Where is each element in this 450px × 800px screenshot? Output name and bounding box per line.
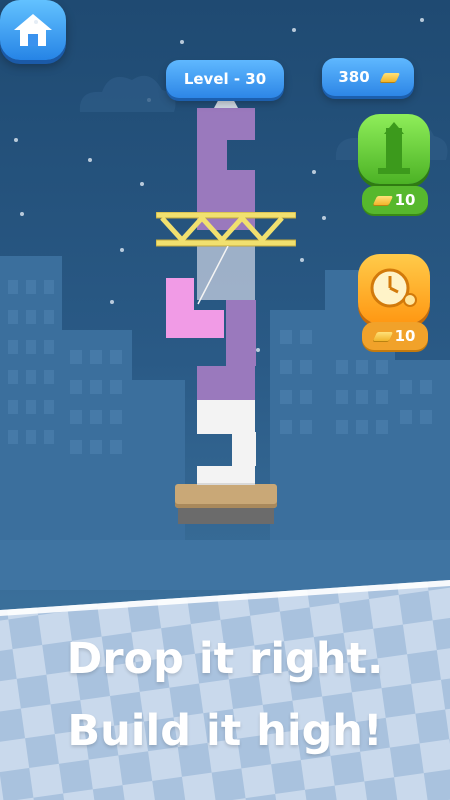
cost-label: 10: [394, 191, 416, 209]
cloud: [79, 75, 176, 112]
purple-block: [197, 108, 255, 140]
level-indicator: Level - 30: [166, 60, 284, 98]
snowflake: [322, 216, 326, 220]
snowflake: [34, 20, 38, 24]
snowflake: [292, 28, 296, 32]
snowflake: [88, 158, 92, 162]
powerup-grow-cost: 10: [362, 186, 428, 214]
snowflake: [180, 40, 184, 44]
snowflake: [14, 138, 18, 142]
purple-block: [197, 138, 227, 172]
coin-count: 380: [338, 68, 370, 86]
purple-block: [226, 300, 256, 366]
crane-truss: [156, 212, 296, 247]
snowflake: [140, 182, 144, 186]
powerup-slow-time-cost: 10: [362, 322, 428, 350]
snowflake: [20, 212, 24, 216]
white-block: [232, 432, 256, 466]
caption-line-1: Drop it right.: [66, 634, 384, 684]
game-stage: Level - 30 380 10 10 Drop it right. Buil…: [0, 0, 450, 800]
snowflake: [312, 170, 316, 174]
grow-tower-icon: [378, 122, 410, 174]
coins-counter[interactable]: 380: [322, 58, 414, 96]
crane-cable: [197, 246, 229, 305]
tower-base-platform: [175, 484, 277, 508]
cost-label: 10: [394, 327, 416, 345]
snail-clock-icon: [370, 268, 417, 308]
gold-bar-icon: [372, 195, 393, 205]
home-button[interactable]: [0, 0, 66, 60]
white-block: [197, 400, 255, 434]
gold-bar-icon: [372, 331, 393, 341]
powerup-grow-button[interactable]: [358, 114, 430, 184]
home-icon: [14, 14, 52, 46]
gold-bar-icon: [379, 72, 400, 82]
purple-block: [197, 366, 255, 400]
snowflake: [420, 18, 424, 22]
white-block: [197, 466, 255, 485]
level-label: Level - 30: [183, 70, 267, 88]
powerup-slow-time-button[interactable]: [358, 254, 430, 324]
tower-base-stone: [178, 508, 274, 524]
falling-block[interactable]: [166, 310, 224, 338]
caption-line-2: Build it high!: [67, 706, 383, 756]
